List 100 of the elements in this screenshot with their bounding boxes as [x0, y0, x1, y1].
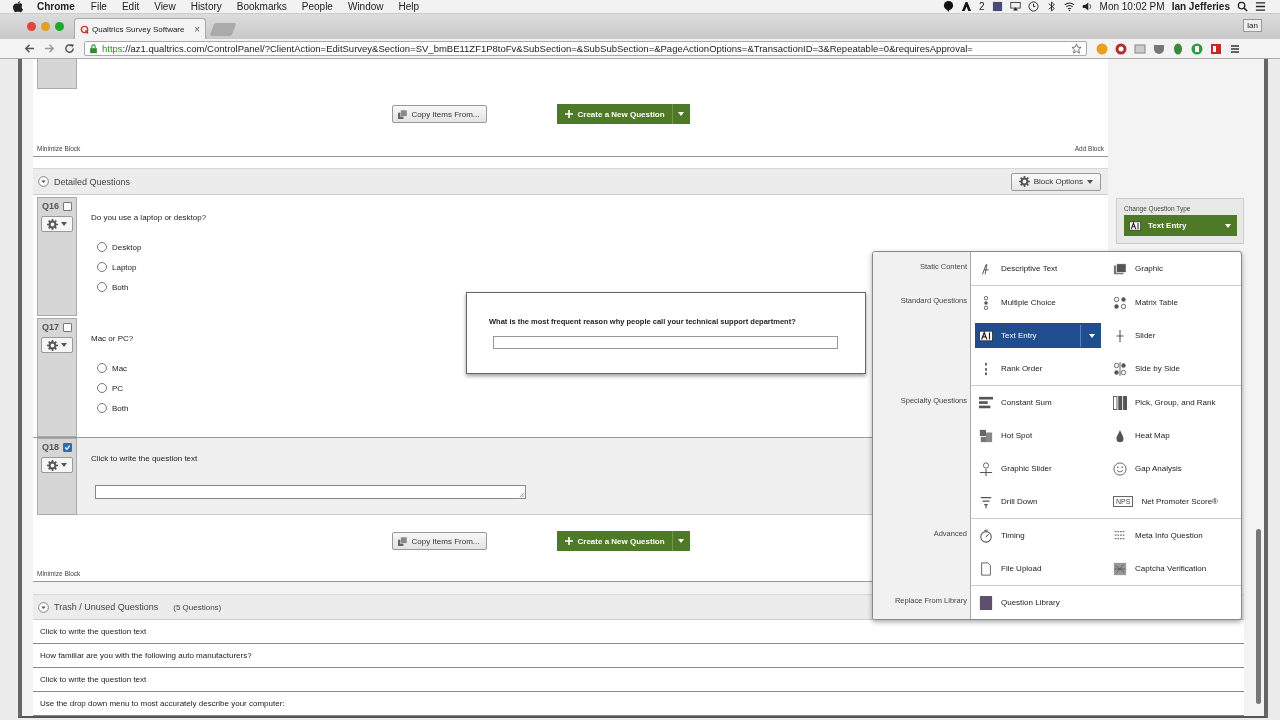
radio-button[interactable]: [97, 282, 107, 292]
question-type-option[interactable]: Gap Analysis: [1105, 452, 1239, 485]
trash-question-row[interactable]: Use the drop down menu to most accurately describe your computer:: [33, 692, 1244, 716]
clock[interactable]: Mon 10:02 PM: [1099, 1, 1165, 13]
wifi-icon[interactable]: [1063, 1, 1075, 13]
smiley-slider-icon: [979, 461, 993, 476]
question-number: Q17: [42, 322, 59, 332]
trash-question-row[interactable]: Click to write the question text: [33, 668, 1244, 692]
leaf-icon[interactable]: [1172, 42, 1184, 55]
choice-label: PC: [112, 383, 124, 393]
question-options-button[interactable]: [41, 337, 73, 353]
question-type-option[interactable]: Hot Spot: [971, 419, 1105, 452]
radio-button[interactable]: [97, 383, 107, 393]
volume-icon[interactable]: [1081, 1, 1093, 13]
trash-question-row[interactable]: How familiar are you with the following auto manufacturers?: [33, 644, 1244, 668]
app-menu[interactable]: Chrome: [37, 1, 75, 13]
block-title: Detailed Questions: [54, 176, 131, 187]
collapse-icon[interactable]: [38, 176, 49, 187]
airplay-icon[interactable]: [1009, 1, 1021, 13]
radio-button[interactable]: [97, 363, 107, 373]
balloon-icon[interactable]: [943, 1, 954, 13]
text-entry-field[interactable]: [95, 485, 526, 499]
adobe-icon[interactable]: [961, 1, 972, 13]
question-type-option[interactable]: Descriptive Text: [971, 252, 1105, 285]
menu-item[interactable]: Window: [347, 1, 384, 13]
clock-icon[interactable]: [1027, 1, 1039, 13]
question-type-option[interactable]: Matrix Table: [1105, 286, 1239, 319]
menu-item[interactable]: Help: [398, 1, 420, 13]
question-checkbox[interactable]: [63, 442, 72, 452]
forward-icon[interactable]: [44, 43, 55, 54]
text-entry-icon: [1128, 219, 1142, 232]
question-type-option[interactable]: Question Library: [971, 586, 1105, 619]
profile-button[interactable]: Ian: [1242, 19, 1262, 33]
question-type-option[interactable]: Pick, Group, and Rank: [1105, 386, 1239, 419]
back-icon[interactable]: [24, 43, 35, 54]
menu-item[interactable]: Edit: [121, 1, 140, 13]
menu-icon[interactable]: [1229, 42, 1241, 55]
browser-tab[interactable]: Qualtrics Survey Software ×: [74, 18, 206, 39]
question-type-option[interactable]: Captcha Verification: [1105, 552, 1239, 585]
question-type-option[interactable]: File Upload: [971, 552, 1105, 585]
copy-icon: [398, 109, 408, 119]
copy-items-button[interactable]: Copy Items From...: [391, 532, 487, 550]
question-checkbox[interactable]: [63, 201, 72, 211]
question-type-option[interactable]: Text Entry: [975, 323, 1101, 348]
question-text[interactable]: Click to write the question text: [91, 454, 198, 463]
question-type-option[interactable]: Side by Side: [1105, 352, 1239, 385]
menu-item[interactable]: View: [154, 1, 176, 13]
question-type-option[interactable]: Timing: [971, 519, 1105, 552]
plus-icon: [564, 537, 573, 545]
gear-icon: [47, 218, 58, 230]
question-count: (5 Questions): [173, 602, 222, 612]
apple-icon[interactable]: [13, 0, 23, 13]
question-type-option[interactable]: Graphic: [1105, 252, 1239, 285]
menu-item[interactable]: File: [90, 1, 107, 13]
question-options-button[interactable]: [41, 457, 73, 473]
extension-icon[interactable]: [1115, 42, 1127, 55]
question-type-option[interactable]: Drill Down: [971, 485, 1105, 518]
menu-item[interactable]: History: [190, 1, 222, 13]
close-tab-button[interactable]: ×: [194, 23, 200, 35]
create-question-button[interactable]: Create a New Question: [556, 531, 690, 551]
address-bar[interactable]: https://az1.qualtrics.com/ControlPanel/?ClientAction=EditSurvey&Section=SV_bmBE11ZF1P8toFv&SubSection=&SubSubSection=&PageActionOptions=&TransactionID=3&Repeatable=0&requiresApproval=: [84, 41, 1087, 56]
user-name[interactable]: Ian Jefferies: [1171, 1, 1230, 13]
menu-item[interactable]: People: [301, 1, 333, 13]
question-checkbox[interactable]: [63, 322, 72, 332]
copy-icon: [398, 536, 408, 546]
resize-grip-icon[interactable]: [519, 492, 524, 497]
flipboard-icon[interactable]: [1210, 42, 1222, 55]
search-icon[interactable]: [1237, 1, 1248, 13]
copy-items-button[interactable]: Copy Items From...: [391, 105, 487, 123]
extension-icon[interactable]: [1191, 42, 1203, 55]
question-type-option[interactable]: Heat Map: [1105, 419, 1239, 452]
radio-button[interactable]: [97, 403, 107, 413]
question-type-option[interactable]: Constant Sum: [971, 386, 1105, 419]
grid-image-icon: [979, 428, 993, 443]
pocket-icon[interactable]: [1153, 42, 1165, 55]
funnel-icon: [979, 494, 993, 509]
scrollbar[interactable]: [1256, 529, 1261, 704]
question-type-option[interactable]: Slider: [1105, 319, 1239, 352]
radio-button[interactable]: [97, 262, 107, 272]
q-logo-icon: [80, 24, 89, 34]
collapse-icon[interactable]: [38, 601, 49, 613]
question-type-dropdown[interactable]: Text Entry: [1124, 215, 1237, 236]
question-options-button[interactable]: [41, 216, 73, 232]
question-type-option[interactable]: Rank Order: [971, 352, 1105, 385]
reload-icon[interactable]: [64, 43, 75, 54]
square-icon[interactable]: [991, 1, 1003, 13]
block-options-button[interactable]: Block Options: [1010, 172, 1101, 191]
plus-icon: [564, 110, 573, 118]
close-window-icon[interactable]: [27, 22, 36, 32]
book-icon: [979, 595, 993, 610]
choice-label: Desktop: [112, 242, 142, 252]
create-question-button[interactable]: Create a New Question: [556, 104, 690, 124]
question-text[interactable]: Mac or PC?: [91, 334, 134, 343]
question-text[interactable]: Do you use a laptop or desktop?: [91, 213, 207, 222]
question-type-option[interactable]: Graphic Slider: [971, 452, 1105, 485]
question-type-option[interactable]: Multiple Choice: [971, 286, 1105, 319]
list-icon[interactable]: [1255, 1, 1266, 13]
question-type-option[interactable]: Meta Info Question: [1105, 519, 1239, 552]
menu-item[interactable]: Bookmarks: [236, 1, 287, 13]
radio-button[interactable]: [97, 242, 107, 252]
